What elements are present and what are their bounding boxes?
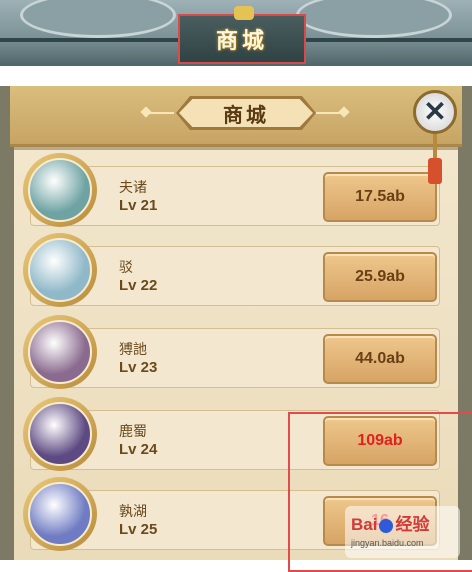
list-item: 猼訑 Lv 23 44.0ab	[23, 315, 440, 389]
banner-ornament-left	[20, 0, 176, 38]
title-wing-left-icon	[146, 112, 174, 114]
buy-button[interactable]: 44.0ab	[323, 334, 437, 384]
avatar-face	[28, 320, 92, 384]
item-level: Lv 24	[119, 441, 158, 458]
banner-ornament-right	[296, 0, 452, 38]
avatar	[23, 477, 97, 551]
watermark: Bai 经验 jingyan.baidu.com	[345, 506, 460, 558]
list-item: 驳 Lv 22 25.9ab	[23, 233, 440, 307]
item-level: Lv 22	[119, 277, 158, 294]
avatar-face	[28, 238, 92, 302]
item-name: 驳	[119, 259, 133, 275]
avatar-face	[28, 402, 92, 466]
item-name: 孰湖	[119, 503, 147, 519]
avatar-face	[28, 158, 92, 222]
close-icon: ✕	[423, 96, 447, 127]
avatar	[23, 315, 97, 389]
panel-frame-left	[0, 86, 14, 560]
panel-header: 商城	[10, 86, 462, 147]
panel-title: 商城	[223, 104, 269, 127]
top-banner: 商城	[0, 0, 472, 66]
shop-tab[interactable]: 商城	[178, 6, 306, 64]
watermark-url: jingyan.baidu.com	[351, 538, 424, 548]
avatar	[23, 233, 97, 307]
avatar	[23, 397, 97, 471]
buy-button[interactable]: 25.9ab	[323, 252, 437, 302]
item-name: 夫诸	[119, 179, 147, 195]
close-button[interactable]: ✕	[413, 90, 457, 134]
price-label: 25.9ab	[355, 268, 405, 285]
paw-icon	[379, 518, 394, 533]
watermark-brand-right: 经验	[395, 515, 430, 534]
watermark-brand-left: Bai	[351, 515, 378, 534]
avatar	[23, 153, 97, 227]
item-name: 鹿蜀	[119, 423, 147, 439]
title-wing-right-icon	[316, 112, 344, 114]
item-level: Lv 23	[119, 359, 158, 376]
price-label: 44.0ab	[355, 350, 405, 367]
item-level: Lv 21	[119, 197, 158, 214]
item-level: Lv 25	[119, 521, 158, 538]
avatar-face	[28, 482, 92, 546]
shop-tab-label: 商城	[215, 28, 268, 53]
item-name: 猼訑	[119, 341, 147, 357]
list-item: 夫诸 Lv 21 17.5ab	[23, 153, 440, 227]
tassel-icon	[428, 132, 442, 184]
watermark-brand: Bai 经验	[351, 510, 429, 535]
panel-title-plate: 商城	[176, 96, 316, 130]
price-label: 17.5ab	[355, 188, 405, 205]
tab-ornament-icon	[234, 6, 254, 20]
buy-button[interactable]: 17.5ab	[323, 172, 437, 222]
